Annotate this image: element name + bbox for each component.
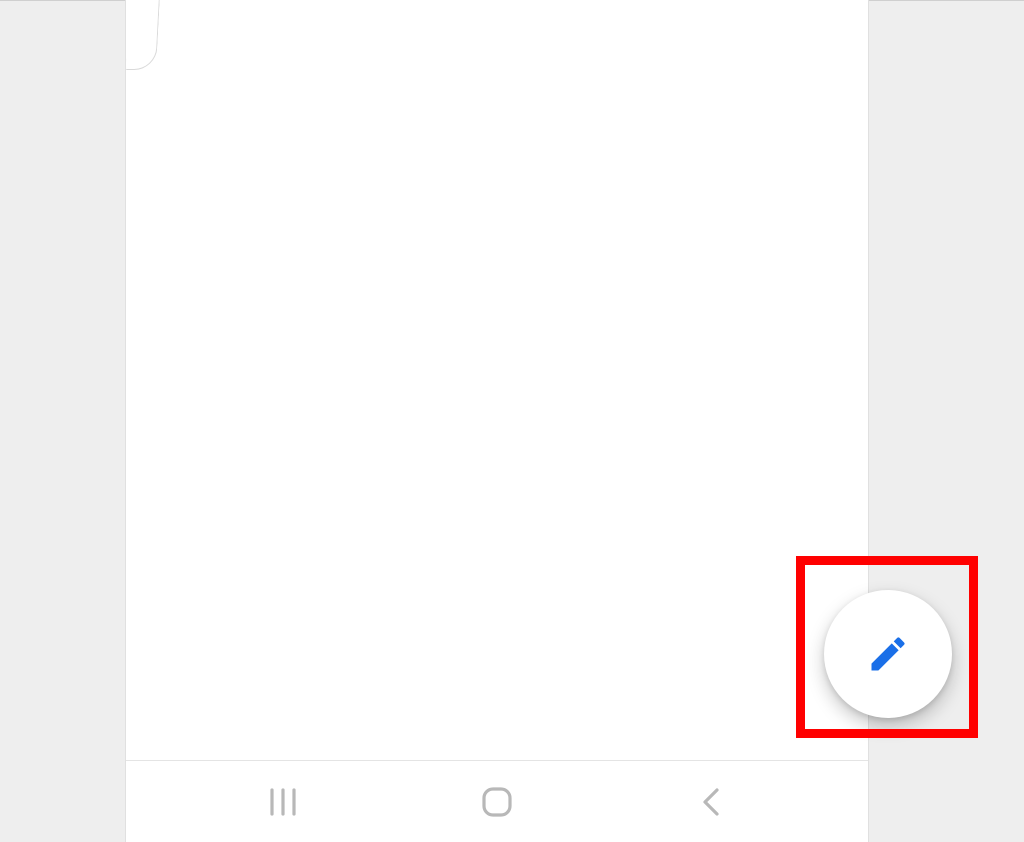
pencil-icon — [866, 632, 910, 676]
system-nav-bar — [126, 760, 868, 842]
compose-fab[interactable] — [824, 590, 952, 718]
chat-bubble-tail — [126, 0, 160, 70]
device-frame — [125, 0, 869, 842]
nav-home-button[interactable] — [467, 772, 527, 832]
content-area — [126, 0, 868, 760]
nav-back-button[interactable] — [681, 772, 741, 832]
recents-icon — [266, 787, 300, 817]
nav-recents-button[interactable] — [253, 772, 313, 832]
home-icon — [480, 785, 514, 819]
compose-fab-wrapper — [810, 576, 966, 732]
back-icon — [699, 787, 723, 817]
